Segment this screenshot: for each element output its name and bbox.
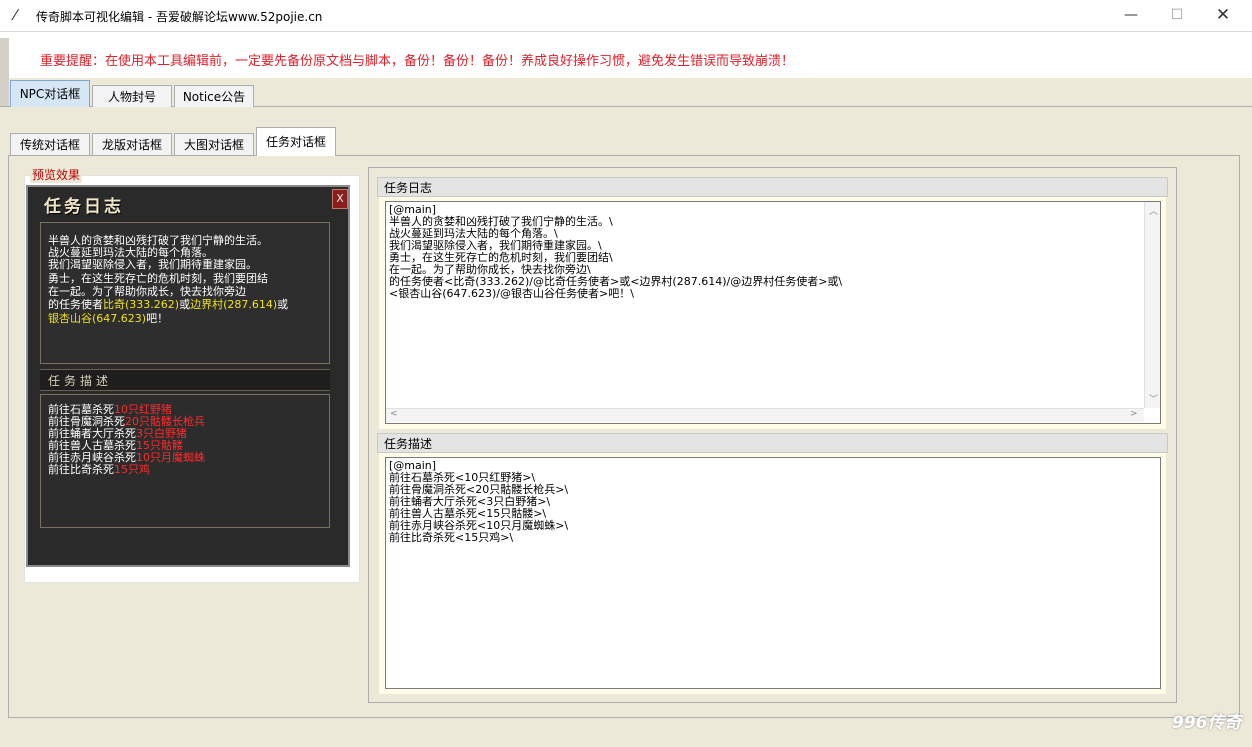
minimize-button[interactable]: —	[1108, 0, 1154, 31]
log-line: 战火蔓延到玛法大陆的每个角落。	[48, 246, 213, 259]
log-section-header: 任务日志	[377, 177, 1168, 197]
scroll-down-icon[interactable]: ﹀	[1149, 392, 1158, 405]
app-icon: ⁄	[14, 6, 17, 24]
desc-section-header: 任务描述	[377, 433, 1168, 453]
tab-dragon-dialog[interactable]: 龙版对话框	[92, 133, 172, 155]
tab-notice[interactable]: Notice公告	[174, 85, 254, 107]
desc-line: 前往赤月峡谷杀死10只月魔蜘蛛	[48, 452, 205, 463]
desc-line: 前往兽人古墓杀死15只骷髅	[48, 440, 183, 451]
tab-quest-dialog[interactable]: 任务对话框	[256, 127, 336, 156]
log-text: 的任务使者	[48, 298, 103, 311]
warning-text: 重要提醒：在使用本工具编辑前，一定要先备份原文档与脚本，备份！备份！备份！养成良…	[40, 54, 795, 69]
window-titlebar: ⁄ 传奇脚本可视化编辑 - 吾爱破解论坛www.52pojie.cn — ☐ ✕	[0, 0, 1252, 32]
maximize-button[interactable]: ☐	[1154, 0, 1200, 31]
desc-line: 前往石墓杀死10只红野猪	[48, 404, 172, 415]
log-text: 吧！	[146, 312, 169, 325]
log-line: 半兽人的贪婪和凶残打破了我们宁静的生活。	[48, 234, 268, 247]
game-panel-title: 任务日志	[44, 197, 124, 217]
desc-line: 前往蛹者大厅杀死3只白野猪	[48, 428, 187, 439]
game-desc-title: 任务描述	[48, 374, 113, 388]
desc-line: 前往比奇杀死15只鸡	[48, 464, 150, 475]
log-line: 我们渴望驱除侵入者，我们期待重建家园。	[48, 258, 257, 271]
log-line: 的任务使者比奇(333.262)或边界村(287.614)或	[48, 299, 288, 310]
game-close-icon: X	[332, 189, 348, 209]
desc-line: 前往骨魔洞杀死20只骷髅长枪兵	[48, 416, 205, 427]
window-title: 传奇脚本可视化编辑 - 吾爱破解论坛www.52pojie.cn	[36, 10, 323, 24]
log-line: 勇士，在这生死存亡的危机时刻，我们要团结	[48, 272, 268, 285]
log-text-editor[interactable]: [@main] 半兽人的贪婪和凶残打破了我们宁静的生活。\ 战火蔓延到玛法大陆的…	[385, 201, 1161, 424]
log-text: 或	[179, 298, 191, 311]
log-link-border-village: 边界村(287.614)	[190, 298, 278, 311]
scroll-right-icon[interactable]: >	[1130, 409, 1138, 419]
log-vertical-scrollbar[interactable]: ︿ ﹀	[1144, 202, 1160, 408]
preview-label: 预览效果	[30, 166, 83, 183]
desc-text: 前往比奇杀死	[48, 463, 114, 476]
log-horizontal-scrollbar[interactable]: < >	[386, 408, 1144, 422]
tab-character-ban[interactable]: 人物封号	[92, 85, 172, 107]
tab-classic-dialog[interactable]: 传统对话框	[10, 133, 90, 155]
desc-target: 15只鸡	[114, 463, 150, 476]
desc-text-editor[interactable]: [@main] 前往石墓杀死<10只红野猪>\ 前往骨魔洞杀死<20只骷髅长枪兵…	[385, 457, 1161, 689]
log-text: 或	[277, 298, 289, 311]
warning-bar: 重要提醒：在使用本工具编辑前，一定要先备份原文档与脚本，备份！备份！备份！养成良…	[0, 32, 1252, 78]
log-link-biqi: 比奇(333.262)	[103, 298, 180, 311]
close-button[interactable]: ✕	[1200, 0, 1246, 31]
log-line: 银杏山谷(647.623)吧！	[48, 313, 168, 324]
watermark: 996传奇	[1172, 713, 1242, 733]
scroll-left-icon[interactable]: <	[390, 409, 398, 419]
scroll-up-icon[interactable]: ︿	[1149, 204, 1158, 217]
tab-bigimage-dialog[interactable]: 大图对话框	[174, 133, 254, 155]
log-link-ginkgo-valley: 银杏山谷(647.623)	[48, 312, 147, 325]
log-line: 在一起。为了帮助你成长，快去找你旁边	[48, 285, 246, 298]
tab-npc-dialog[interactable]: NPC对话框	[10, 80, 90, 107]
